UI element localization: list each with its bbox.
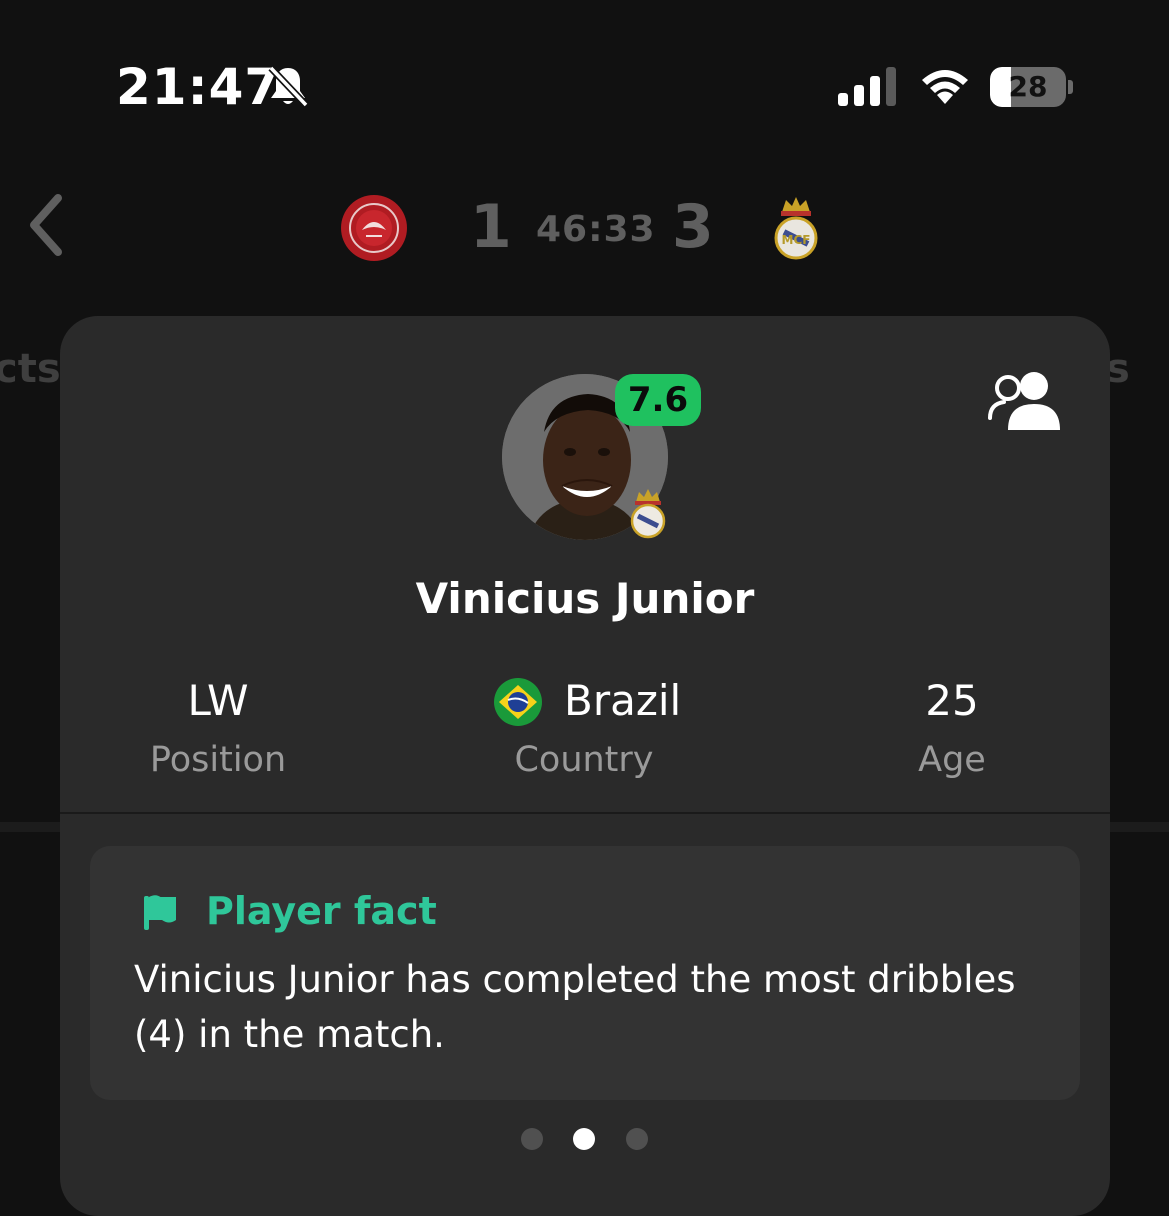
fact-text: Vinicius Junior has completed the most d… [134, 958, 1016, 1056]
home-team-crest-icon [341, 195, 407, 261]
brazil-flag-icon [494, 678, 542, 726]
sheet-divider [60, 812, 1110, 814]
wifi-icon [922, 70, 968, 104]
status-time: 21:47 [116, 58, 281, 116]
country-label: Country [514, 740, 654, 780]
compare-players-icon[interactable] [986, 370, 1062, 434]
player-name: Vinicius Junior [415, 574, 755, 623]
pager-dot-2[interactable] [573, 1128, 595, 1150]
country-name: Brazil [564, 676, 682, 725]
position-value: LW [187, 676, 249, 725]
bell-slash-icon [268, 65, 309, 108]
chevron-left-icon[interactable] [24, 192, 68, 258]
battery-indicator: 28 [990, 67, 1074, 107]
pager-dot-3[interactable] [626, 1128, 648, 1150]
cellular-signal-icon [838, 67, 896, 106]
background-tab-left: cts [0, 346, 61, 392]
pager-dot-1[interactable] [521, 1128, 543, 1150]
battery-level: 28 [1008, 70, 1048, 103]
match-clock: 46:33 [536, 209, 656, 250]
home-score: 1 [470, 192, 512, 262]
away-team-crest-icon: MCF [774, 197, 818, 260]
club-badge-icon [630, 489, 666, 539]
flag-icon [144, 895, 176, 930]
age-value: 25 [925, 676, 979, 725]
player-rating-badge: 7.6 [615, 374, 701, 426]
away-score: 3 [672, 192, 714, 262]
svg-text:MCF: MCF [782, 233, 811, 247]
position-label: Position [149, 740, 287, 780]
fact-title: Player fact [206, 889, 437, 933]
age-label: Age [918, 740, 986, 780]
